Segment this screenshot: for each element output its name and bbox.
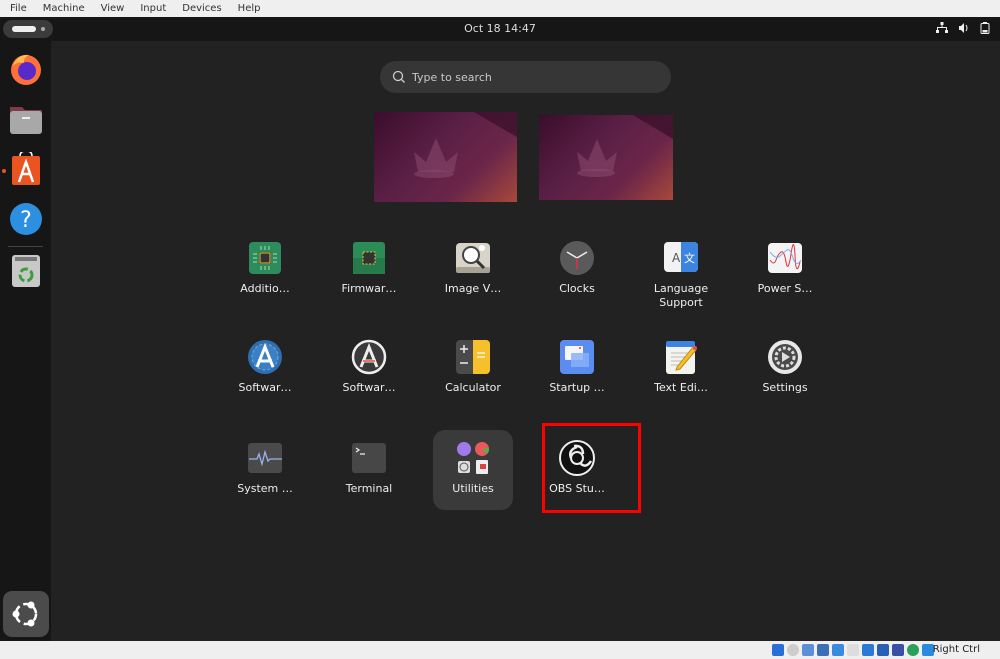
virtualbox-menubar: File Machine View Input Devices Help xyxy=(0,0,1000,17)
utilities-folder-icon xyxy=(457,442,490,474)
host-key-label: Right Ctrl xyxy=(932,644,980,655)
svg-text:?: ? xyxy=(20,208,32,233)
app-tile[interactable]: Text Edi… xyxy=(641,329,721,409)
files-icon xyxy=(10,107,42,134)
app-label: Settings xyxy=(762,381,808,394)
app-label: Firmwar… xyxy=(341,282,397,295)
highlight-box xyxy=(542,423,641,513)
network-icon xyxy=(936,22,948,33)
system-tray[interactable] xyxy=(936,22,990,34)
app-label: Startup … xyxy=(549,381,605,394)
app-tile[interactable]: Terminal xyxy=(329,430,409,510)
firmware-icon xyxy=(353,242,385,274)
app-tile[interactable]: Softwar… xyxy=(225,329,305,409)
app-tile[interactable]: Power S… xyxy=(745,230,825,310)
menu-devices[interactable]: Devices xyxy=(182,3,221,14)
startup-apps-icon xyxy=(560,340,594,374)
app-tile[interactable]: Additio… xyxy=(225,230,305,310)
wallpaper-crown xyxy=(414,112,517,178)
wallpaper-crown xyxy=(577,115,673,177)
additional-drivers-icon xyxy=(249,242,281,274)
menu-file[interactable]: File xyxy=(10,3,27,14)
show-apps-button[interactable] xyxy=(3,591,49,637)
virtualbox-statusbar: Right Ctrl xyxy=(0,641,1000,659)
terminal-icon xyxy=(352,443,386,473)
display-icon[interactable] xyxy=(862,644,874,656)
show-apps-icon xyxy=(12,601,38,627)
workspace-thumbnail-1[interactable] xyxy=(374,112,517,202)
app-label: Image V… xyxy=(444,282,502,295)
app-label: Softwar… xyxy=(342,381,396,394)
app-tile[interactable]: Calculator xyxy=(433,329,513,409)
recording-icon[interactable] xyxy=(877,644,889,656)
software-properties-icon xyxy=(351,339,387,375)
top-bar: Oct 18 14:47 xyxy=(0,17,1000,41)
clocks-icon xyxy=(560,241,594,275)
app-tile[interactable]: Softwar… xyxy=(329,329,409,409)
app-tile[interactable]: Startup … xyxy=(537,329,617,409)
network-adapter-icon[interactable] xyxy=(817,644,829,656)
help-icon: ? xyxy=(10,203,42,235)
hdd-icon[interactable] xyxy=(772,644,784,656)
guest-additions-icon[interactable] xyxy=(907,644,919,656)
dock-item-files[interactable] xyxy=(8,101,44,137)
dock-item-firefox[interactable] xyxy=(8,51,44,87)
dock-item-help[interactable]: ? xyxy=(8,201,44,237)
dock-separator xyxy=(8,246,43,247)
app-label: Terminal xyxy=(345,482,393,495)
firefox-icon xyxy=(11,54,41,85)
dock-item-trash[interactable] xyxy=(8,253,44,289)
app-grid-overview: Additio… Firmwar… Image V… Clocks A文 Language… xyxy=(51,41,1000,641)
app-tile[interactable]: System … xyxy=(225,430,305,510)
shared-folder-icon[interactable] xyxy=(847,644,859,656)
calculator-icon xyxy=(456,340,490,374)
battery-icon xyxy=(980,22,990,34)
app-label: Utilities xyxy=(452,482,494,495)
app-center-icon xyxy=(12,152,40,185)
menu-view[interactable]: View xyxy=(101,3,125,14)
clock[interactable]: Oct 18 14:47 xyxy=(0,22,1000,35)
dock: ? xyxy=(0,41,51,641)
audio-icon[interactable] xyxy=(802,644,814,656)
menu-input[interactable]: Input xyxy=(140,3,166,14)
app-tile[interactable]: A 文 Language Support xyxy=(641,230,721,310)
usb-icon[interactable] xyxy=(832,644,844,656)
app-tile[interactable]: Image V… xyxy=(433,230,513,310)
svg-text:文: 文 xyxy=(684,251,695,265)
image-viewer-icon xyxy=(456,243,490,273)
optical-drive-icon[interactable] xyxy=(787,644,799,656)
dock-item-app-center[interactable] xyxy=(8,151,44,187)
search-bar[interactable] xyxy=(380,61,671,93)
app-folder-utilities[interactable]: Utilities xyxy=(433,430,513,510)
trash-icon xyxy=(12,255,40,287)
app-label: Text Edi… xyxy=(654,381,708,394)
vt-x-icon[interactable] xyxy=(892,644,904,656)
text-editor-icon xyxy=(666,341,697,374)
app-tile[interactable]: Clocks xyxy=(537,230,617,310)
app-label: System … xyxy=(237,482,293,495)
running-indicator xyxy=(2,169,6,173)
system-monitor-icon xyxy=(248,443,282,473)
settings-icon xyxy=(768,340,802,374)
vbox-status-icons xyxy=(772,644,934,656)
app-label: Softwar… xyxy=(238,381,292,394)
svg-text:A: A xyxy=(672,251,681,265)
menu-help[interactable]: Help xyxy=(238,3,261,14)
search-icon xyxy=(392,70,405,83)
volume-icon xyxy=(959,23,968,33)
search-input[interactable] xyxy=(412,70,652,84)
app-label: Clocks xyxy=(559,282,595,295)
app-label: Calculator xyxy=(445,381,501,394)
language-support-icon: A文 xyxy=(664,242,698,272)
software-updater-icon xyxy=(248,340,282,374)
app-label: Power S… xyxy=(757,282,813,295)
app-label: Additio… xyxy=(240,282,290,295)
app-tile[interactable]: Settings xyxy=(745,329,825,409)
app-tile[interactable]: Firmwar… xyxy=(329,230,409,310)
menu-machine[interactable]: Machine xyxy=(43,3,85,14)
workspace-thumbnail-2[interactable] xyxy=(539,115,673,200)
power-statistics-icon xyxy=(768,243,802,273)
app-label: Language Support xyxy=(653,282,709,309)
